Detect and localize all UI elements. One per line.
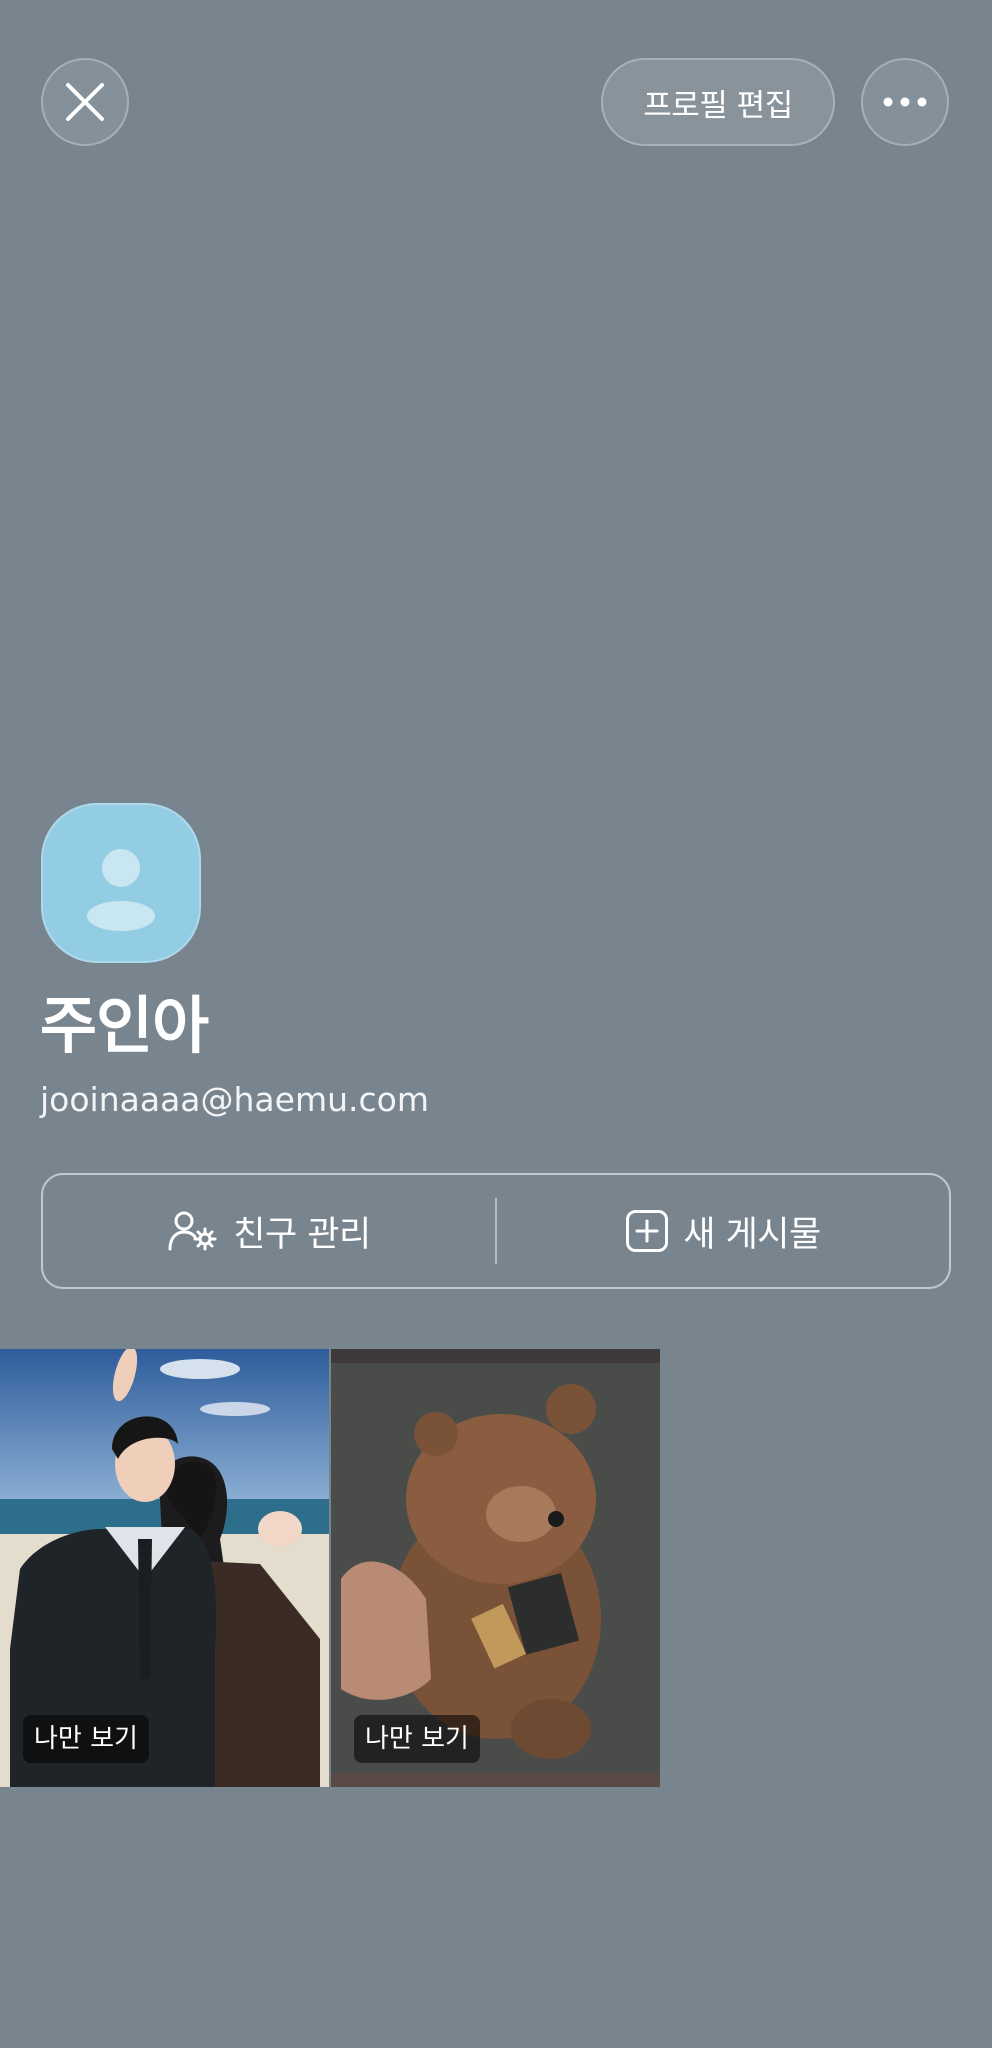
profile-email: jooinaaaa@haemu.com (40, 1080, 429, 1119)
profile-name: 주인아 (40, 989, 209, 1062)
more-button[interactable] (861, 58, 949, 146)
more-horizontal-icon (882, 96, 928, 108)
plus-square-icon (625, 1209, 669, 1253)
manage-friends-label: 친구 관리 (233, 1214, 371, 1255)
visibility-badge: 나만 보기 (354, 1715, 480, 1763)
new-post-label: 새 게시물 (683, 1214, 821, 1255)
person-settings-icon (167, 1209, 219, 1253)
post-thumbnail-teddy-bear[interactable]: 나만 보기 (331, 1349, 660, 1787)
visibility-badge: 나만 보기 (23, 1715, 149, 1763)
new-post-button[interactable]: 새 게시물 (497, 1175, 949, 1287)
close-icon (63, 80, 107, 124)
avatar[interactable] (41, 803, 201, 963)
edit-profile-label: 프로필 편집 (643, 87, 793, 124)
manage-friends-button[interactable]: 친구 관리 (43, 1175, 495, 1287)
edit-profile-button[interactable]: 프로필 편집 (601, 58, 835, 146)
post-thumbnail-couple-photo[interactable]: 나만 보기 (0, 1349, 329, 1787)
default-person-avatar-icon (87, 849, 155, 931)
profile-actions: 친구 관리 새 게시물 (41, 1173, 951, 1289)
close-button[interactable] (41, 58, 129, 146)
